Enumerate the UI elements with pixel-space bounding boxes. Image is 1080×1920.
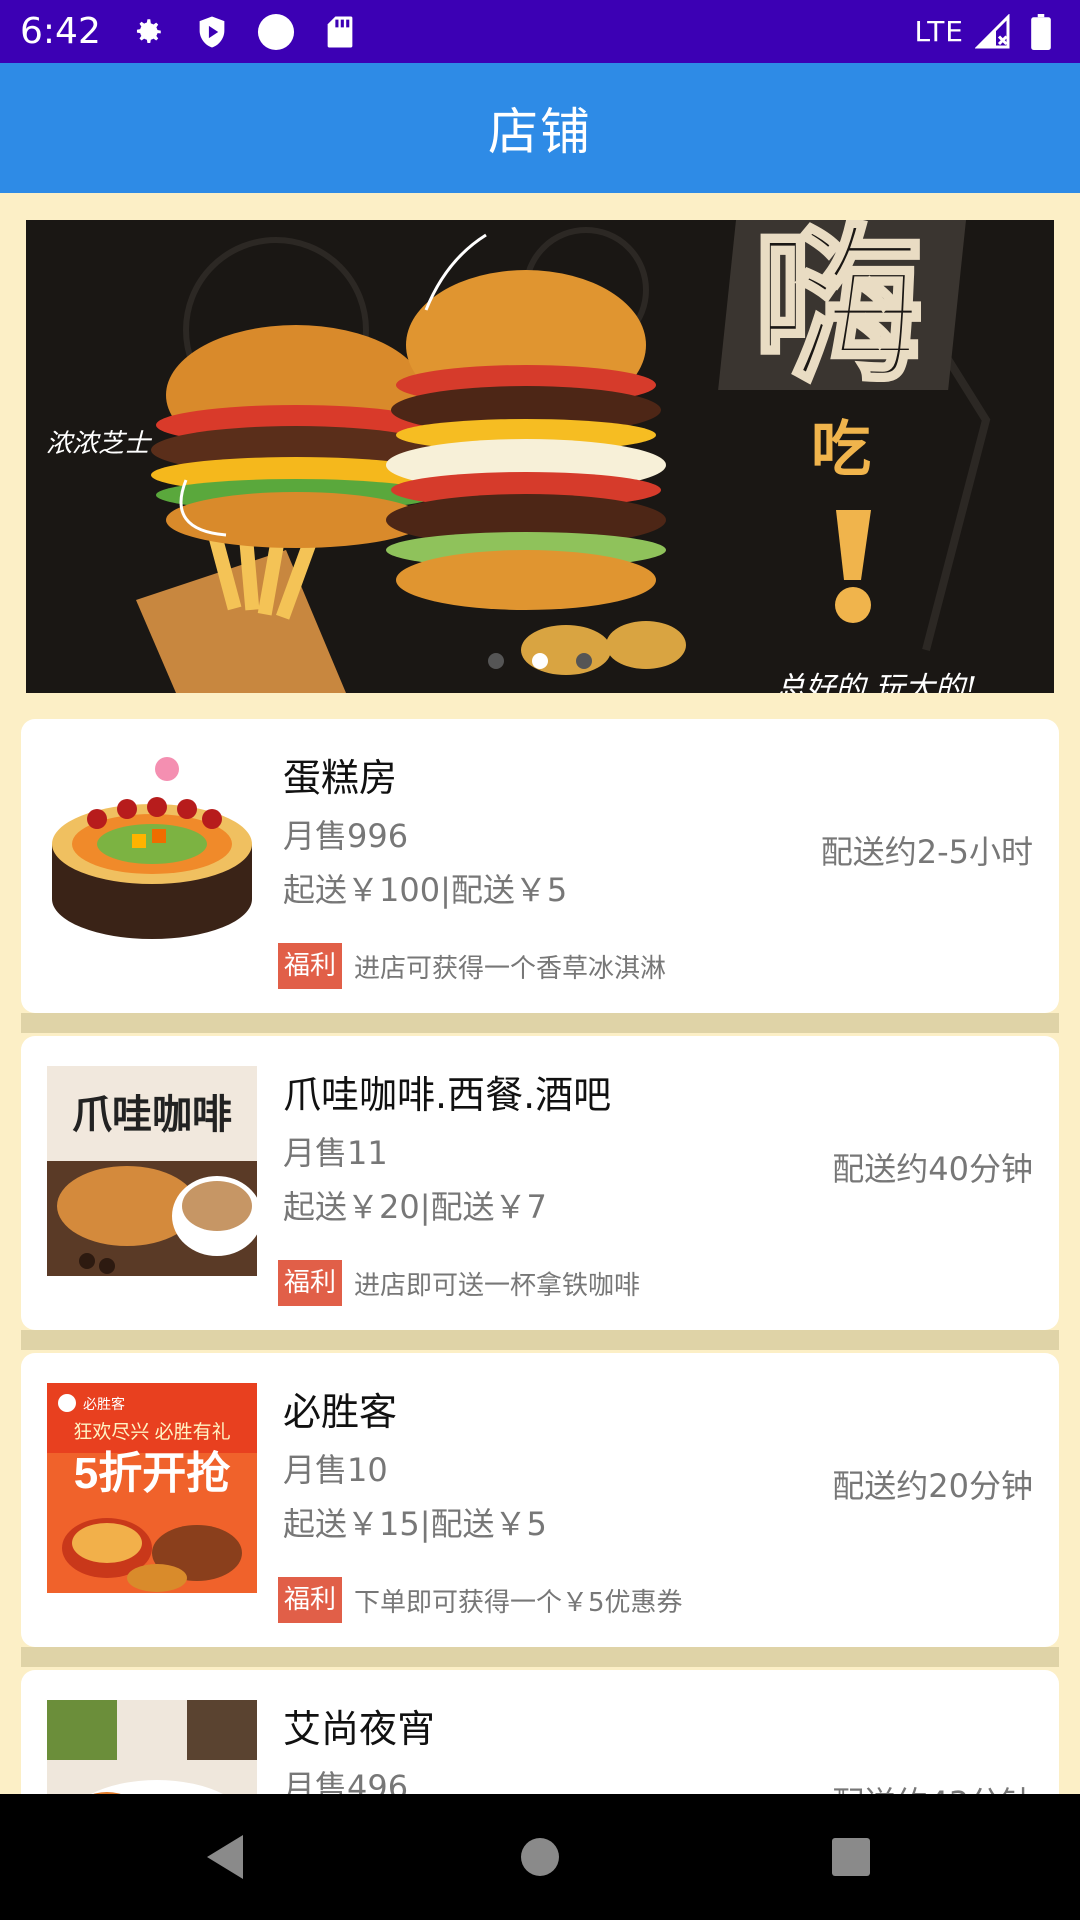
shop-delivery-time: 配送约2-5小时 [820,833,1033,871]
shop-name: 必胜客 [283,1390,398,1434]
list-divider [21,1013,1059,1033]
shop-fee: 起送￥20|配送￥7 [283,1188,547,1226]
status-time: 6:42 [20,11,101,52]
home-icon[interactable] [510,1827,570,1887]
shop-sales: 月售496 [283,1768,409,1794]
shop-perk: 福利 进店可获得一个香草冰淇淋 [278,943,666,989]
thumb-slogan: 狂欢尽兴 必胜有礼 [73,1421,230,1443]
banner-dot-active[interactable] [532,653,548,669]
thumb-promo: 5折开抢 [74,1449,231,1498]
page-title: 店铺 [488,103,592,161]
status-icons-left [129,13,359,51]
shop-delivery-time: 配送约20分钟 [832,1467,1033,1505]
pizzahut-image: 必胜客 狂欢尽兴 必胜有礼 5折开抢 [47,1383,257,1593]
night-snack-image [47,1700,257,1794]
play-protect-icon [193,13,231,51]
burger-banner-image: 嗨 吃 浓浓芝士 总好的 玩大的! [26,220,1054,693]
list-divider [21,1647,1059,1667]
shop-card[interactable]: 必胜客 狂欢尽兴 必胜有礼 5折开抢 必胜客 月售10 起送￥15|配送￥5 配… [21,1353,1059,1647]
back-icon[interactable] [195,1827,255,1887]
perk-text: 进店即可送一杯拿铁咖啡 [354,1270,641,1301]
banner-bottom-text: 总好的 玩大的! [775,671,977,693]
battery-icon [1022,13,1060,51]
banner-caption: 浓浓芝士 [46,429,153,459]
shop-perk: 福利 下单即可获得一个￥5优惠券 [278,1577,683,1623]
perk-tag: 福利 [278,1260,343,1306]
perk-text: 进店可获得一个香草冰淇淋 [354,953,667,984]
banner-dot[interactable] [488,653,504,669]
shop-delivery-time: 配送约43分钟 [832,1778,1033,1794]
thumb-brand: 必胜客 [83,1396,125,1412]
recents-icon[interactable] [821,1827,881,1887]
banner-headline: 嗨 [753,220,923,402]
shop-delivery-time: 配送约40分钟 [832,1150,1033,1188]
shop-name: 艾尚夜宵 [283,1707,436,1751]
banner-pager [26,653,1054,669]
shop-sales: 月售11 [283,1134,388,1172]
shop-fee: 起送￥15|配送￥5 [283,1505,547,1543]
coffee-logo-text: 爪哇咖啡 [72,1093,232,1137]
sd-card-icon [321,13,359,51]
app-bar: 店铺 [0,63,1080,193]
signal-icon [974,13,1012,51]
content: 嗨 吃 浓浓芝士 总好的 玩大的! 蛋糕房 月售996 起送￥100|配送￥5 … [0,193,1080,1794]
system-nav-bar [0,1794,1080,1920]
perk-tag: 福利 [278,943,343,989]
banner-dot[interactable] [576,653,592,669]
promo-banner[interactable]: 嗨 吃 浓浓芝士 总好的 玩大的! [26,220,1054,693]
shop-card[interactable]: 蛋糕房 月售996 起送￥100|配送￥5 配送约2-5小时 福利 进店可获得一… [21,719,1059,1013]
status-icons-right: LTE [914,13,1060,51]
perk-tag: 福利 [278,1577,343,1623]
circle-icon [257,13,295,51]
shop-perk: 福利 进店即可送一杯拿铁咖啡 [278,1260,640,1306]
shop-name: 爪哇咖啡.西餐.酒吧 [283,1073,612,1117]
list-divider [21,1330,1059,1350]
shop-sales: 月售996 [283,817,409,855]
shop-fee: 起送￥100|配送￥5 [283,871,568,909]
shop-sales: 月售10 [283,1451,388,1489]
cake-image [47,749,257,959]
network-type: LTE [914,15,964,48]
banner-headline-sub: 吃 [811,416,871,483]
status-bar: 6:42 LTE [0,0,1080,63]
shop-card[interactable]: 爪哇咖啡 爪哇咖啡.西餐.酒吧 月售11 起送￥20|配送￥7 配送约40分钟 … [21,1036,1059,1330]
shop-name: 蛋糕房 [283,756,398,800]
coffee-image: 爪哇咖啡 [47,1066,257,1276]
shop-card[interactable]: 艾尚夜宵 月售496 配送约43分钟 [21,1670,1059,1794]
perk-text: 下单即可获得一个￥5优惠券 [354,1587,683,1618]
gear-icon [129,13,167,51]
